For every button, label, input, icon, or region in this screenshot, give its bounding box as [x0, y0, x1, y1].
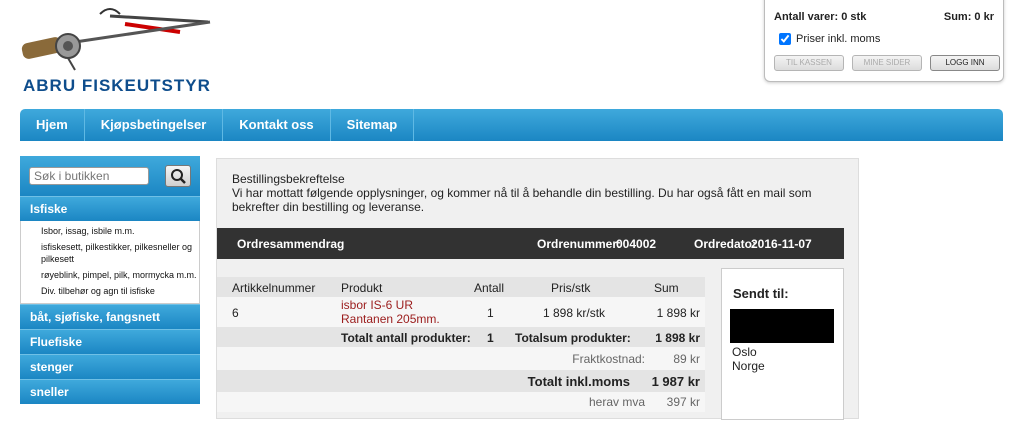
- fishing-rod-logo-icon: [21, 8, 211, 71]
- shipping: 89 kr: [673, 352, 700, 366]
- cart-sum: Sum: 0 kr: [943, 11, 994, 23]
- grand-total-row: Totalt inkl.moms 1 987 kr: [217, 370, 705, 392]
- grand-total-label: Totalt inkl.moms: [527, 374, 630, 389]
- vat-label: herav mva: [588, 395, 645, 409]
- vat: 397 kr: [666, 395, 700, 409]
- nav-contact[interactable]: Kontakt oss: [223, 109, 331, 141]
- row-sum: 1 898 kr: [656, 306, 700, 320]
- my-pages-button[interactable]: MINE SIDER: [852, 55, 922, 71]
- ship-to-city: Oslo: [732, 345, 757, 359]
- order-confirmation: Bestillingsbekreftelse Vi har mottatt fø…: [216, 158, 859, 420]
- order-date: 2016-11-07: [751, 237, 812, 251]
- col-product: Produkt: [341, 281, 383, 295]
- subtotal: 1 898 kr: [655, 331, 700, 345]
- search-icon: [171, 169, 186, 184]
- table-row: 6 isbor IS-6 UR Rantanen 205mm. 1 1 898 …: [217, 297, 705, 327]
- prices-incl-vat-checkbox[interactable]: Priser inkl. moms: [779, 33, 880, 45]
- product-line-1: isbor IS-6 UR: [341, 298, 414, 312]
- order-number-label: Ordrenummer:: [537, 237, 622, 251]
- order-table: Artikkelnummer Produkt Antall Pris/stk S…: [217, 277, 705, 412]
- category-item[interactable]: Fluefiske: [20, 329, 200, 354]
- nav-sitemap[interactable]: Sitemap: [331, 109, 415, 141]
- shipping-label: Fraktkostnad:: [572, 352, 645, 366]
- redacted-address: [730, 309, 834, 343]
- main-nav: Hjem Kjøpsbetingelser Kontakt oss Sitema…: [20, 109, 1003, 141]
- order-date-label: Ordredato:: [694, 237, 757, 251]
- nav-home[interactable]: Hjem: [20, 109, 85, 141]
- sidebar: Isfiske Isbor, issag, isbile m.m. isfisk…: [20, 156, 200, 426]
- sidebar-search: [20, 156, 200, 196]
- col-price: Pris/stk: [551, 281, 591, 295]
- cart-items-count: Antall varer: 0 stk: [774, 11, 867, 23]
- category-item[interactable]: sneller: [20, 379, 200, 404]
- table-header: Artikkelnummer Produkt Antall Pris/stk S…: [217, 277, 705, 297]
- search-input[interactable]: [29, 167, 149, 185]
- vat-row: herav mva 397 kr: [217, 392, 705, 412]
- prices-incl-vat-label: Priser inkl. moms: [796, 33, 881, 45]
- ship-to-box: Sendt til: Oslo Norge: [721, 268, 844, 420]
- category-item[interactable]: stenger: [20, 354, 200, 379]
- subcategory-item[interactable]: isfiskesett, pilkestikker, pilkesneller …: [21, 240, 199, 268]
- cart-panel: Antall varer: 0 stk Sum: 0 kr Priser ink…: [764, 0, 1004, 82]
- category-item[interactable]: båt, sjøfiske, fangsnett: [20, 304, 200, 329]
- subcategory-item[interactable]: røyeblink, pimpel, pilk, mormycka m.m.: [21, 268, 199, 284]
- subcategory-item[interactable]: Div. tilbehør og agn til isfiske: [21, 284, 199, 300]
- isfiske-subcategories: Isbor, issag, isbile m.m. isfiskesett, p…: [20, 221, 200, 304]
- order-summary-title: Ordresammendrag: [237, 237, 345, 251]
- nav-terms[interactable]: Kjøpsbetingelser: [85, 109, 224, 141]
- order-heading: Bestillingsbekreftelse: [232, 172, 345, 186]
- subtotal-label: Totalsum produkter:: [515, 331, 631, 345]
- category-isfiske[interactable]: Isfiske: [20, 196, 200, 221]
- ship-to-country: Norge: [732, 359, 765, 373]
- product-line-2: Rantanen 205mm.: [341, 312, 440, 326]
- order-message: Vi har mottatt følgende opplysninger, og…: [232, 186, 812, 214]
- totals-row: Totalt antall produkter: 1 Totalsum prod…: [217, 327, 705, 347]
- ship-to-title: Sendt til:: [733, 286, 789, 301]
- product-link[interactable]: isbor IS-6 UR Rantanen 205mm.: [341, 298, 440, 326]
- order-summary-bar: Ordresammendrag Ordrenummer: 004002 Ordr…: [217, 228, 844, 259]
- checkout-button[interactable]: TIL KASSEN: [774, 55, 844, 71]
- grand-total: 1 987 kr: [651, 374, 700, 389]
- order-number: 004002: [616, 237, 657, 251]
- subcategory-item[interactable]: Isbor, issag, isbile m.m.: [21, 224, 199, 240]
- col-article: Artikkelnummer: [232, 281, 316, 295]
- col-sum: Sum: [654, 281, 679, 295]
- row-article: 6: [232, 306, 239, 320]
- row-price: 1 898 kr/stk: [543, 306, 606, 320]
- logo-text: ABRU FISKEUTSTYR: [23, 76, 211, 95]
- prices-incl-vat-input[interactable]: [779, 33, 791, 45]
- search-button[interactable]: [165, 165, 191, 187]
- total-products-label: Totalt antall produkter:: [341, 331, 471, 345]
- login-button[interactable]: LOGG INN: [930, 55, 1000, 71]
- shipping-row: Fraktkostnad: 89 kr: [217, 347, 705, 370]
- row-qty: 1: [487, 306, 494, 320]
- col-qty: Antall: [474, 281, 505, 295]
- total-products: 1: [487, 331, 494, 345]
